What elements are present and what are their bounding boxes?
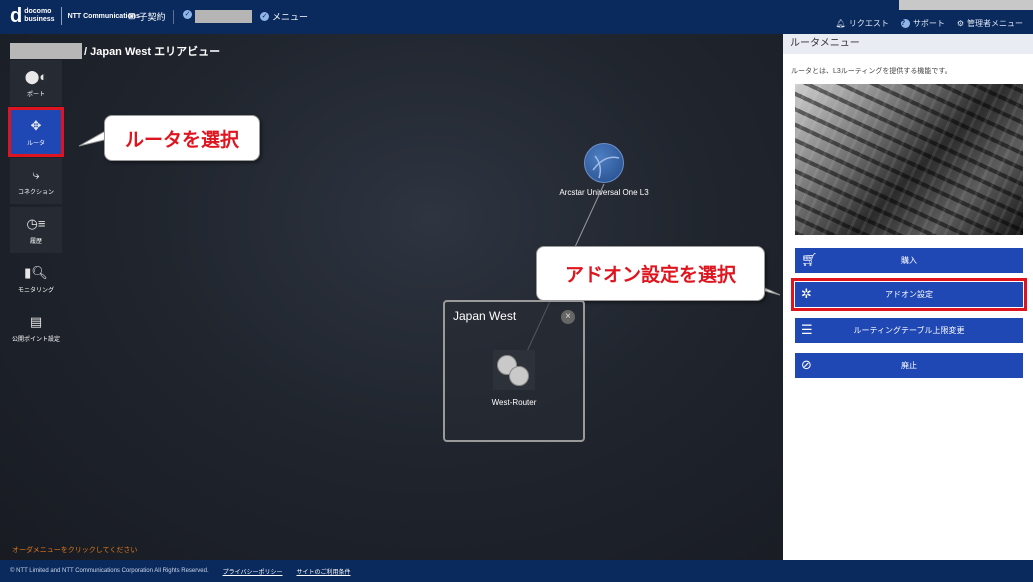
privacy-policy-link[interactable]: プライバシーポリシー: [223, 567, 283, 576]
menu-label: メニュー: [272, 12, 309, 22]
order-menu-hint: オーダメニューをクリックしてください: [12, 547, 138, 554]
logo-wordmark: docomo business: [24, 8, 54, 24]
panel-title: ルータメニュー: [783, 34, 1033, 54]
decommission-button[interactable]: ⊘ 廃止: [795, 353, 1023, 378]
close-icon[interactable]: ×: [561, 310, 575, 324]
addon-settings-button[interactable]: ✲ アドオン設定: [791, 278, 1027, 311]
area-view-canvas[interactable]: / Japan West エリアビュー ⬤◐ ポート ✥ ルータ ⤷ コネクショ…: [0, 34, 783, 560]
purchase-button[interactable]: 🛒︎ 購入: [795, 248, 1023, 273]
contract-label: 子契約: [138, 12, 166, 22]
west-router-node[interactable]: [493, 350, 535, 390]
routing-table-limit-button[interactable]: ☰ ルーティングテーブル上限変更: [795, 318, 1023, 343]
logo-divider: [60, 7, 62, 25]
ban-icon: ⊘: [801, 357, 812, 372]
docomo-business-logo[interactable]: d docomo business NTT Communications: [10, 6, 140, 26]
router-hardware-image: [795, 84, 1023, 235]
gear-icon: ⚙: [956, 19, 964, 28]
redacted-top-right: [899, 0, 1033, 10]
area-box-japan-west[interactable]: Japan West × West-Router: [443, 300, 585, 442]
panel-description: ルータとは、L3ルーティングを提供する機能です。: [791, 68, 952, 75]
purchase-label: 購入: [901, 256, 917, 265]
question-icon: ?: [900, 19, 910, 28]
area-title: Japan West: [453, 309, 517, 323]
callout-select-router: ルータを選択: [104, 115, 260, 161]
copyright-text: © NTT Limited and NTT Communications Cor…: [10, 568, 209, 574]
cart-icon: 🛒︎: [801, 252, 818, 267]
logo-line-1: docomo: [24, 8, 52, 15]
callout-select-addon: アドオン設定を選択: [536, 246, 765, 301]
account-check: ✓: [183, 10, 192, 19]
globe-icon: [592, 155, 620, 179]
org-chart-icon: ⊞: [128, 11, 136, 21]
bell-icon: 🔔︎: [835, 19, 846, 28]
admin-menu-label: 管理者メニュー: [967, 19, 1023, 28]
cloud-node-label: Arcstar Universal One L3: [559, 188, 649, 197]
check-circle-icon: ✓: [260, 12, 269, 21]
router-menu-panel: ルータメニュー ルータとは、L3ルーティングを提供する機能です。 🛒︎ 購入 ✲…: [783, 34, 1033, 560]
check-circle-icon: ✓: [183, 10, 192, 19]
arcstar-cloud-node[interactable]: [584, 143, 624, 183]
support-label: サポート: [912, 19, 945, 28]
router-icon: [509, 366, 529, 386]
request-label: リクエスト: [848, 19, 889, 28]
support-link[interactable]: ? サポート: [900, 18, 945, 29]
contract-link[interactable]: ⊞ 子契約: [128, 10, 166, 23]
footer: © NTT Limited and NTT Communications Cor…: [0, 560, 1033, 582]
menu-link[interactable]: ✓ メニュー: [260, 10, 308, 23]
header-right-links: 🔔︎ リクエスト ? サポート ⚙ 管理者メニュー: [836, 18, 1023, 29]
router-label: West-Router: [491, 398, 537, 407]
puzzle-icon: ✲: [801, 286, 812, 301]
request-link[interactable]: 🔔︎ リクエスト: [836, 18, 889, 29]
routing-table-limit-label: ルーティングテーブル上限変更: [853, 326, 965, 335]
addon-settings-label: アドオン設定: [885, 290, 933, 299]
admin-menu-link[interactable]: ⚙ 管理者メニュー: [957, 18, 1023, 29]
logo-line-2: business: [24, 16, 55, 23]
header-divider: [173, 10, 174, 24]
redacted-account-name: [195, 10, 252, 23]
terms-link[interactable]: サイトのご利用条件: [297, 567, 351, 576]
sliders-icon: ☰: [801, 322, 813, 337]
top-header: d docomo business NTT Communications ⊞ 子…: [0, 0, 1033, 34]
decommission-label: 廃止: [901, 361, 917, 370]
logo-d-mark: d: [10, 5, 23, 27]
